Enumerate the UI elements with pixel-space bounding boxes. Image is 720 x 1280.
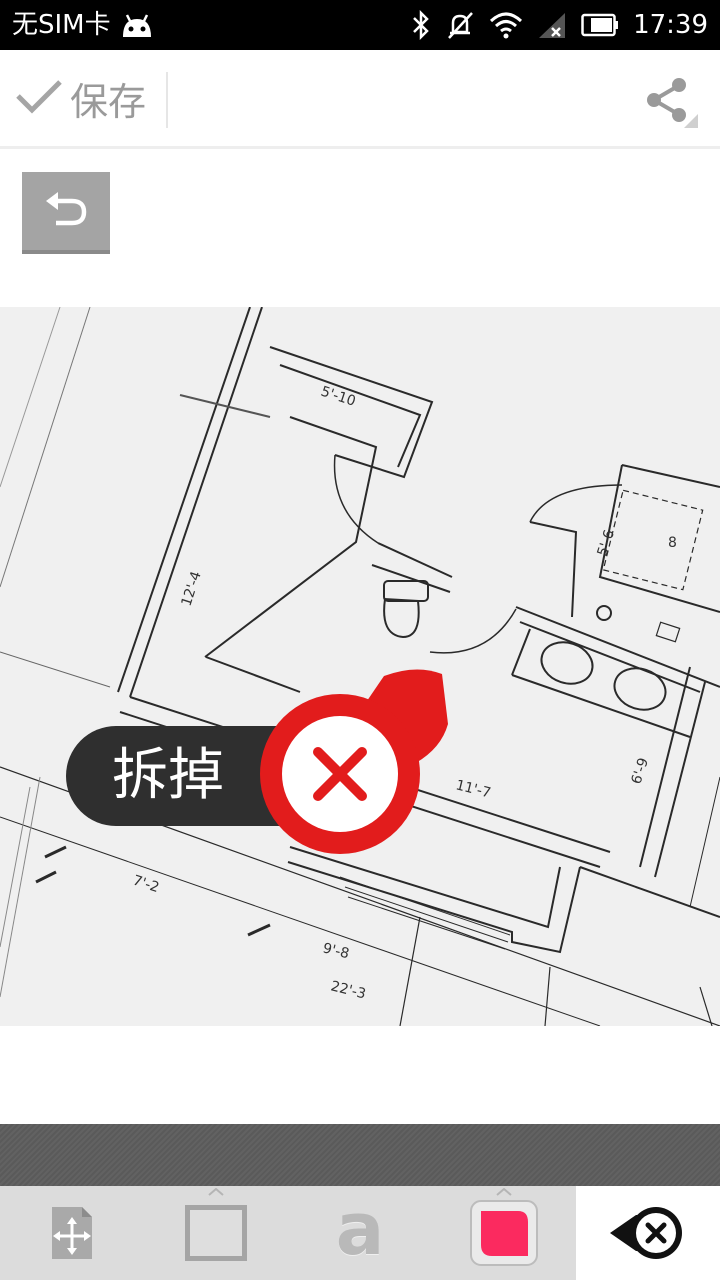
demolish-sticker[interactable]: 拆掉	[66, 664, 456, 864]
share-icon	[647, 78, 698, 128]
undo-icon	[46, 192, 87, 226]
undo-button[interactable]	[22, 172, 110, 254]
status-left: 无SIM卡	[12, 8, 155, 42]
toolbar-separator-band	[0, 1124, 720, 1186]
muted-bell-icon	[445, 10, 475, 40]
frame-tool-button[interactable]	[144, 1186, 288, 1280]
status-right: 17:39	[411, 8, 708, 42]
text-tool-button[interactable]: a	[288, 1186, 432, 1280]
color-swatch-icon	[470, 1200, 538, 1266]
bluetooth-icon	[411, 10, 431, 40]
wifi-icon	[489, 11, 523, 39]
delete-sticker-icon	[610, 1207, 682, 1259]
battery-icon	[581, 13, 619, 37]
signal-icon	[537, 11, 567, 39]
save-label: 保存	[70, 79, 147, 124]
text-tool-glyph: a	[335, 1187, 385, 1271]
action-bar-divider	[166, 72, 168, 128]
frame-icon	[185, 1205, 247, 1261]
caret-up-icon	[208, 1188, 224, 1196]
carrier-text: 无SIM卡	[12, 10, 111, 40]
android-icon	[119, 11, 155, 39]
color-tool-button[interactable]	[432, 1186, 576, 1280]
status-bar: 无SIM卡 17:39	[0, 0, 720, 50]
checkmark-icon	[14, 76, 64, 120]
move-tool-button[interactable]	[0, 1186, 144, 1280]
action-bar: 保存	[0, 50, 720, 149]
save-button[interactable]: 保存	[14, 68, 146, 128]
sticker-graphic	[260, 669, 448, 854]
caret-up-icon	[496, 1188, 512, 1196]
share-button[interactable]	[642, 72, 698, 128]
move-icon	[52, 1207, 92, 1259]
edit-toolbar: a	[0, 1186, 720, 1280]
sticker-tool-button[interactable]	[576, 1186, 720, 1280]
clock-text: 17:39	[633, 10, 708, 40]
svg-text:8: 8	[668, 535, 677, 551]
